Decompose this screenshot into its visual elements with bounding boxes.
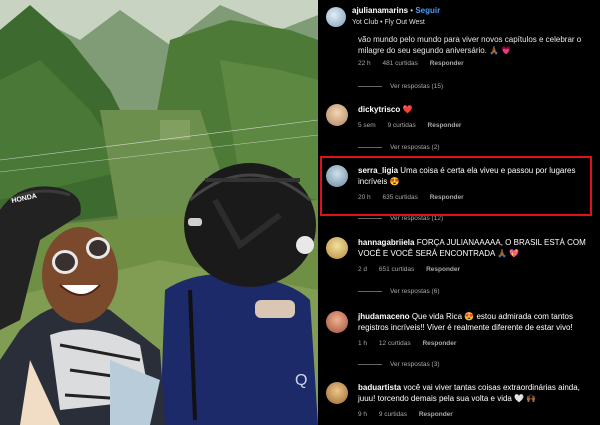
commenter-avatar[interactable]	[326, 237, 348, 259]
comment-time: 2 d	[358, 266, 368, 273]
commenter-username[interactable]: dickytrisco	[358, 105, 400, 114]
commenter-username[interactable]: hannagabriiela	[358, 238, 414, 247]
comment-likes[interactable]: 9 curtidas	[379, 411, 407, 418]
view-replies-label[interactable]: Ver respostas (15)	[390, 83, 443, 90]
comment-time: 5 sem	[358, 122, 376, 129]
comment-meta: 22 h 481 curtidas Responder	[358, 60, 474, 67]
comment-meta: 9 h 9 curtidas Responder	[358, 411, 463, 418]
comment-text: ❤️	[402, 105, 413, 114]
follow-button[interactable]: Seguir	[415, 6, 440, 15]
view-replies-label[interactable]: Ver respostas (12)	[390, 215, 443, 222]
comment-meta: 2 d 651 curtidas Responder	[358, 266, 470, 273]
post-subtitle[interactable]: Yot Club • Fly Out West	[352, 19, 425, 26]
reply-button[interactable]: Responder	[422, 340, 456, 347]
view-replies[interactable]: Ver respostas (2)	[358, 144, 440, 151]
comment-meta: 1 h 12 curtidas Responder	[358, 340, 466, 347]
comment-body: hannagabriiela FORÇA JULIANAAAAA, O BRAS…	[358, 237, 596, 259]
commenter-username[interactable]: jhudamaceno	[358, 312, 410, 321]
header-dot: •	[410, 6, 414, 15]
view-replies[interactable]: Ver respostas (6)	[358, 288, 440, 295]
reply-button[interactable]: Responder	[428, 122, 462, 129]
view-replies-label[interactable]: Ver respostas (2)	[390, 144, 440, 151]
reply-button[interactable]: Responder	[426, 266, 460, 273]
comment-body: baduartista você vai viver tantas coisas…	[358, 382, 596, 404]
author-username[interactable]: ajulianamarins	[352, 6, 408, 15]
comment-text: vão mundo pelo mundo para viver novos ca…	[358, 35, 582, 55]
view-replies[interactable]: Ver respostas (15)	[358, 83, 443, 90]
comment-likes[interactable]: 481 curtidas	[382, 60, 417, 67]
comment-likes[interactable]: 12 curtidas	[379, 340, 411, 347]
comment-body: dickytrisco ❤️	[358, 104, 596, 115]
comment-likes[interactable]: 651 curtidas	[379, 266, 414, 273]
commenter-username[interactable]: baduartista	[358, 383, 401, 392]
commenter-avatar[interactable]	[326, 382, 348, 404]
photo-scene: Q HONDA	[0, 0, 318, 425]
author-line: ajulianamarins • Seguir	[352, 6, 440, 15]
view-replies-label[interactable]: Ver respostas (6)	[390, 288, 440, 295]
comment-likes[interactable]: 9 curtidas	[388, 122, 416, 129]
jacket-letter: Q	[295, 372, 307, 389]
commenter-avatar[interactable]	[326, 104, 348, 126]
post-header: ajulianamarins • Seguir Yot Club • Fly O…	[318, 0, 600, 34]
reply-button[interactable]: Responder	[419, 411, 453, 418]
post-photo: Q HONDA	[0, 0, 318, 425]
commenter-avatar[interactable]	[326, 311, 348, 333]
reply-button[interactable]: Responder	[430, 60, 464, 67]
comment-time: 1 h	[358, 340, 368, 347]
comment-time: 9 h	[358, 411, 368, 418]
comment-time: 22 h	[358, 60, 371, 67]
highlight-box	[320, 156, 592, 216]
view-replies-label[interactable]: Ver respostas (3)	[390, 361, 440, 368]
view-replies[interactable]: Ver respostas (12)	[358, 215, 443, 222]
author-avatar[interactable]	[326, 7, 346, 27]
comment-meta: 5 sem 9 curtidas Responder	[358, 122, 471, 129]
comment-body: jhudamaceno Que vida Rica 😍 estou admira…	[358, 311, 596, 333]
view-replies[interactable]: Ver respostas (3)	[358, 361, 440, 368]
